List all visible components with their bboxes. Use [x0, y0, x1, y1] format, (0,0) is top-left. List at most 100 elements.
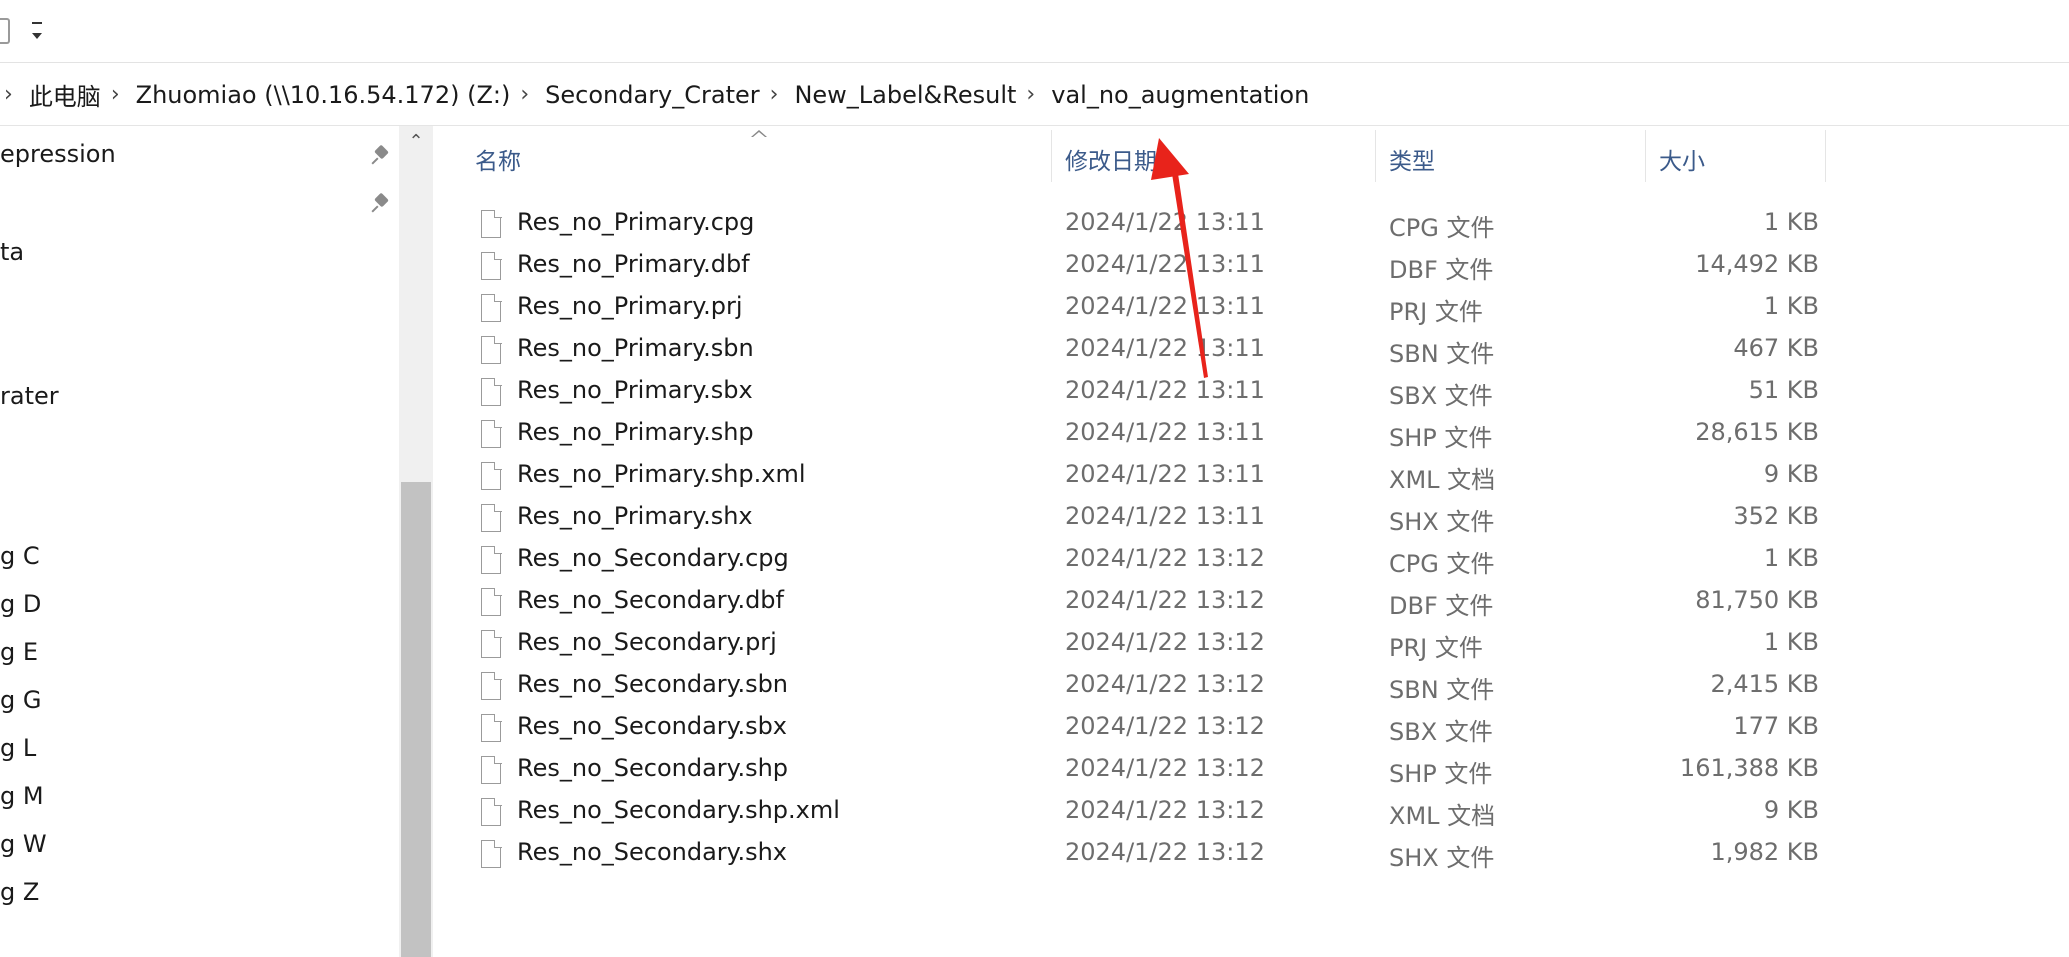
file-name: Res_no_Primary.shx: [517, 502, 753, 530]
file-icon: [481, 209, 502, 238]
file-row[interactable]: Res_no_Primary.shp.xml 2024/1/22 13:11 XML…: [433, 456, 2069, 498]
file-icon: [481, 503, 502, 532]
file-row[interactable]: Res_no_Primary.dbf 2024/1/22 13:11 DBF 文件 1…: [433, 246, 2069, 288]
column-header-size[interactable]: 大小: [1659, 142, 1705, 176]
file-type: SBN 文件: [1389, 340, 1495, 368]
file-date: 2024/1/22 13:11: [1065, 376, 1265, 404]
file-date: 2024/1/22 13:12: [1065, 586, 1265, 614]
file-row[interactable]: Res_no_Secondary.sbn 2024/1/22 13:12 SBN 文…: [433, 666, 2069, 708]
file-row[interactable]: Res_no_Secondary.shp.xml 2024/1/22 13:12 X…: [433, 792, 2069, 834]
address-bar[interactable]: › 此电脑 › Zhuomiao (\\10.16.54.172) (Z:) ›…: [0, 63, 2069, 126]
file-name: Res_no_Primary.dbf: [517, 250, 750, 278]
file-name: Res_no_Secondary.shp: [517, 754, 789, 782]
quick-access-icon[interactable]: [0, 18, 10, 44]
file-name: Res_no_Primary.shp.xml: [517, 460, 806, 488]
breadcrumb-current-folder[interactable]: val_no_augmentation: [1047, 81, 1313, 109]
file-name: Res_no_Primary.cpg: [517, 208, 755, 236]
file-icon: [481, 797, 502, 826]
file-type: SBX 文件: [1389, 718, 1493, 746]
file-row[interactable]: Res_no_Primary.sbx 2024/1/22 13:11 SBX 文件 5…: [433, 372, 2069, 414]
file-row[interactable]: Res_no_Secondary.prj 2024/1/22 13:12 PRJ 文…: [433, 624, 2069, 666]
file-icon: [481, 839, 502, 868]
file-list: 名称 修改日期 类型 大小 Res_no_Primary.cpg 2024/1/2…: [433, 126, 2069, 957]
chevron-right-icon[interactable]: ›: [514, 83, 541, 106]
file-row[interactable]: Res_no_Secondary.sbx 2024/1/22 13:12 SBX 文…: [433, 708, 2069, 750]
file-row[interactable]: Res_no_Primary.sbn 2024/1/22 13:11 SBN 文件 4…: [433, 330, 2069, 372]
nav-scrollbar[interactable]: ⌃: [399, 126, 433, 957]
file-date: 2024/1/22 13:12: [1065, 628, 1265, 656]
file-icon: [481, 335, 502, 364]
nav-item-drive-d[interactable]: g D: [0, 590, 41, 618]
file-name: Res_no_Primary.sbn: [517, 334, 754, 362]
file-icon: [481, 419, 502, 448]
file-size: 81,750 KB: [1695, 586, 1819, 614]
file-icon: [481, 461, 502, 490]
nav-item-drive-l[interactable]: g L: [0, 734, 36, 762]
nav-item-drive-w[interactable]: g W: [0, 830, 47, 858]
nav-item-folder[interactable]: rater: [0, 382, 59, 410]
pin-icon[interactable]: [371, 144, 390, 165]
file-type: SHP 文件: [1389, 424, 1493, 452]
chevron-right-icon[interactable]: ›: [105, 83, 132, 106]
file-row[interactable]: Res_no_Primary.shx 2024/1/22 13:11 SHX 文件 3…: [433, 498, 2069, 540]
column-divider[interactable]: [1825, 130, 1826, 182]
file-row[interactable]: Res_no_Secondary.cpg 2024/1/22 13:12 CPG 文…: [433, 540, 2069, 582]
nav-item-drive-m[interactable]: g M: [0, 782, 44, 810]
nav-item-pinned-folder[interactable]: epression: [0, 140, 116, 168]
file-size: 177 KB: [1733, 712, 1819, 740]
file-size: 14,492 KB: [1695, 250, 1819, 278]
file-type: SHX 文件: [1389, 844, 1495, 872]
column-header-date[interactable]: 修改日期: [1065, 142, 1157, 176]
column-divider[interactable]: [1375, 130, 1376, 182]
column-divider[interactable]: [1051, 130, 1052, 182]
file-date: 2024/1/22 13:11: [1065, 418, 1265, 446]
nav-item-drive-g[interactable]: g G: [0, 686, 41, 714]
chevron-right-icon[interactable]: ›: [0, 83, 25, 106]
file-size: 28,615 KB: [1695, 418, 1819, 446]
file-type: CPG 文件: [1389, 550, 1495, 578]
scroll-up-icon[interactable]: ⌃: [399, 126, 433, 156]
file-icon: [481, 755, 502, 784]
file-date: 2024/1/22 13:12: [1065, 712, 1265, 740]
nav-item-drive-e[interactable]: g E: [0, 638, 38, 666]
file-row[interactable]: Res_no_Primary.prj 2024/1/22 13:11 PRJ 文件 1…: [433, 288, 2069, 330]
breadcrumb-secondary-crater[interactable]: Secondary_Crater: [541, 81, 763, 109]
file-row[interactable]: Res_no_Secondary.shp 2024/1/22 13:12 SHP 文…: [433, 750, 2069, 792]
file-date: 2024/1/22 13:11: [1065, 460, 1265, 488]
column-header-row: 名称 修改日期 类型 大小: [433, 126, 2069, 186]
scrollbar-thumb[interactable]: [401, 482, 431, 957]
file-date: 2024/1/22 13:12: [1065, 796, 1265, 824]
file-size: 9 KB: [1763, 460, 1819, 488]
chevron-right-icon[interactable]: ›: [764, 83, 791, 106]
file-name: Res_no_Secondary.sbn: [517, 670, 789, 698]
nav-item-drive-z[interactable]: g Z: [0, 878, 39, 906]
file-icon: [481, 713, 502, 742]
column-divider[interactable]: [1645, 130, 1646, 182]
file-type: SBN 文件: [1389, 676, 1495, 704]
nav-item-folder[interactable]: ta: [0, 238, 24, 266]
file-row[interactable]: Res_no_Secondary.dbf 2024/1/22 13:12 DBF 文…: [433, 582, 2069, 624]
file-date: 2024/1/22 13:12: [1065, 754, 1265, 782]
pin-icon[interactable]: [371, 192, 390, 213]
file-row[interactable]: Res_no_Primary.cpg 2024/1/22 13:11 CPG 文件 1…: [433, 204, 2069, 246]
file-icon: [481, 251, 502, 280]
column-header-name[interactable]: 名称: [475, 142, 521, 176]
file-size: 1 KB: [1763, 544, 1819, 572]
file-date: 2024/1/22 13:12: [1065, 544, 1265, 572]
customize-toolbar-dropdown-icon[interactable]: [32, 22, 42, 45]
file-name: Res_no_Secondary.shx: [517, 838, 787, 866]
file-row[interactable]: Res_no_Primary.shp 2024/1/22 13:11 SHP 文件 2…: [433, 414, 2069, 456]
breadcrumb-this-pc[interactable]: 此电脑: [25, 77, 105, 112]
column-header-type[interactable]: 类型: [1389, 142, 1435, 176]
chevron-right-icon[interactable]: ›: [1020, 83, 1047, 106]
breadcrumb-network-drive[interactable]: Zhuomiao (\\10.16.54.172) (Z:): [132, 81, 515, 109]
file-type: XML 文档: [1389, 802, 1496, 830]
breadcrumb-new-label-result[interactable]: New_Label&Result: [790, 81, 1020, 109]
breadcrumb: › 此电脑 › Zhuomiao (\\10.16.54.172) (Z:) ›…: [0, 63, 1313, 126]
file-size: 1 KB: [1763, 628, 1819, 656]
file-name: Res_no_Primary.sbx: [517, 376, 753, 404]
file-icon: [481, 377, 502, 406]
nav-item-drive-c[interactable]: g C: [0, 542, 40, 570]
file-type: SHP 文件: [1389, 760, 1493, 788]
file-row[interactable]: Res_no_Secondary.shx 2024/1/22 13:12 SHX 文…: [433, 834, 2069, 876]
